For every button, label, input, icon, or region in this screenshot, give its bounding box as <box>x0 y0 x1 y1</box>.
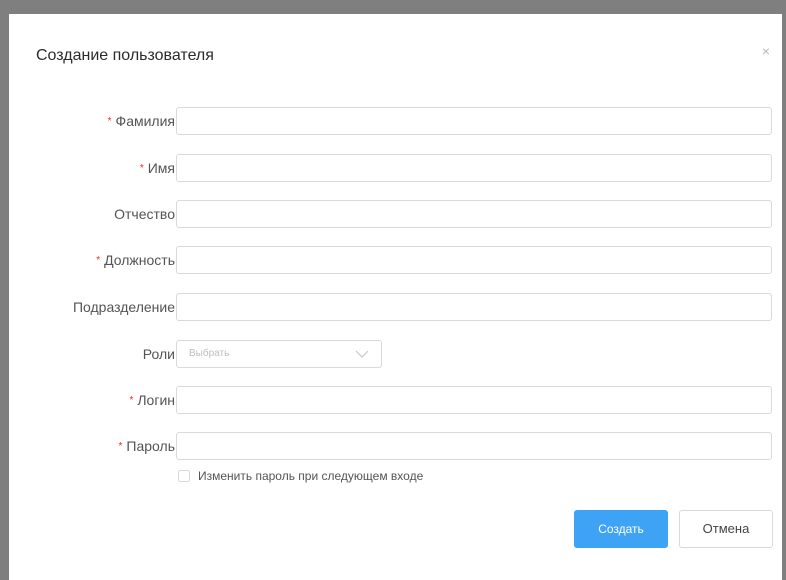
window-frame-top <box>0 0 786 14</box>
department-input[interactable] <box>176 293 772 321</box>
required-mark: * <box>107 116 112 127</box>
login-label: * Логин <box>129 386 175 414</box>
roles-select[interactable]: Выбрать <box>176 340 382 368</box>
last-name-input[interactable] <box>176 107 772 135</box>
first-name-label-text: Имя <box>147 160 175 176</box>
required-mark: * <box>118 441 123 452</box>
middle-name-label: Отчество <box>114 206 175 222</box>
form-row-password: * Пароль <box>9 432 782 460</box>
change-password-label[interactable]: Изменить пароль при следующем входе <box>198 468 423 484</box>
position-label: * Должность <box>96 246 175 274</box>
required-mark: * <box>96 255 101 266</box>
position-input[interactable] <box>176 246 772 274</box>
window-frame-right <box>782 0 786 580</box>
form-row-roles: Роли Выбрать <box>9 340 782 368</box>
form-row-middle-name: Отчество <box>9 200 782 228</box>
cancel-button[interactable]: Отмена <box>679 510 773 548</box>
form-row-first-name: * Имя <box>9 154 782 182</box>
form-row-position: * Должность <box>9 246 782 274</box>
first-name-label: * Имя <box>140 154 175 182</box>
password-input[interactable] <box>176 432 772 460</box>
first-name-input[interactable] <box>176 154 772 182</box>
form-row-department: Подразделение <box>9 293 782 321</box>
change-password-checkbox[interactable] <box>178 470 190 482</box>
roles-label: Роли <box>142 346 175 362</box>
last-name-label: * Фамилия <box>108 107 175 135</box>
close-icon[interactable]: × <box>758 43 774 59</box>
dialog-title: Создание пользователя <box>36 47 214 64</box>
middle-name-input[interactable] <box>176 200 772 228</box>
login-label-text: Логин <box>137 392 175 408</box>
last-name-label-text: Фамилия <box>115 113 175 129</box>
create-button[interactable]: Создать <box>574 510 668 548</box>
roles-select-placeholder: Выбрать <box>189 348 230 359</box>
form-row-last-name: * Фамилия <box>9 107 782 135</box>
window-frame-left <box>0 0 9 580</box>
password-label: * Пароль <box>119 432 175 460</box>
form-row-login: * Логин <box>9 386 782 414</box>
create-user-dialog: Создание пользователя × * Фамилия * Имя От… <box>9 14 782 580</box>
position-label-text: Должность <box>104 252 175 268</box>
required-mark: * <box>139 163 144 174</box>
login-input[interactable] <box>176 386 772 414</box>
password-label-text: Пароль <box>126 438 175 454</box>
required-mark: * <box>129 395 134 406</box>
chevron-down-icon <box>355 350 369 358</box>
department-label: Подразделение <box>72 299 175 315</box>
